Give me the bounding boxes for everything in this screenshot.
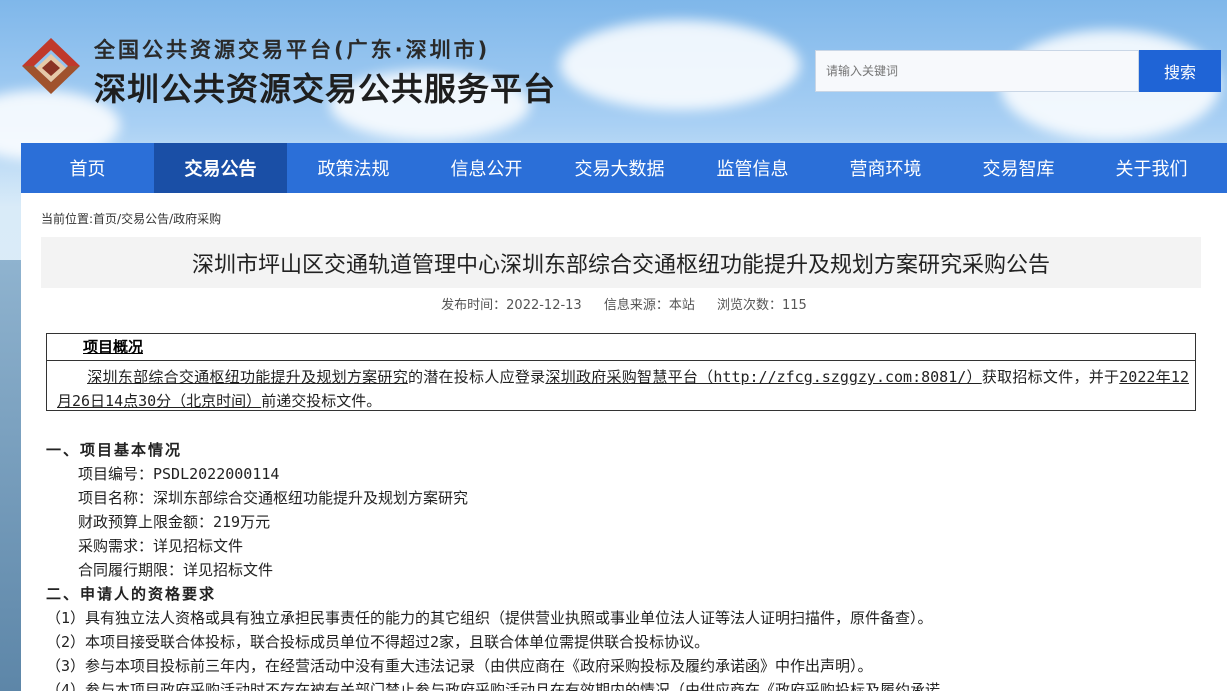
nav-item-supervision[interactable]: 监管信息 (686, 143, 819, 193)
view-count: 浏览次数：115 (717, 298, 807, 313)
search-input[interactable] (815, 50, 1139, 92)
qualification-item: （2）本项目接受联合体投标，联合投标成员单位不得超过2家，且联合体单位需提供联合… (46, 633, 710, 651)
announcement-body: 一、项目基本情况 项目编号：PSDL2022000114 项目名称：深圳东部综合… (46, 438, 1216, 691)
nav-item-announcements[interactable]: 交易公告 (154, 143, 287, 193)
platform-subtitle: 全国公共资源交易平台(广东·深圳市) (94, 38, 491, 62)
procurement-needs: 采购需求：详见招标文件 (78, 537, 244, 555)
article-title: 深圳市坪山区交通轨道管理中心深圳东部综合交通枢纽功能提升及规划方案研究采购公告 (191, 252, 1050, 278)
platform-title: 深圳公共资源交易公共服务平台 (94, 70, 557, 108)
platform-link[interactable]: 深圳政府采购智慧平台（http://zfcg.szggzy.com:8081/） (545, 368, 981, 386)
nav-item-big-data[interactable]: 交易大数据 (553, 143, 686, 193)
section-heading-basic-info: 一、项目基本情况 (46, 441, 183, 459)
budget-limit: 财政预算上限金额：219万元 (78, 513, 271, 531)
nav-item-policies[interactable]: 政策法规 (287, 143, 420, 193)
info-source: 信息来源：本站 (603, 298, 695, 313)
nav-item-think-tank[interactable]: 交易智库 (952, 143, 1085, 193)
project-number: 项目编号：PSDL2022000114 (78, 465, 280, 483)
article-meta: 发布时间：2022-12-13 信息来源：本站 浏览次数：115 (21, 294, 1227, 313)
qualification-item: （3）参与本项目投标前三年内，在经营活动中没有重大违法记录（由供应商在《政府采购… (46, 657, 873, 675)
contract-period: 合同履行期限：详见招标文件 (78, 561, 274, 579)
article-title-box: 深圳市坪山区交通轨道管理中心深圳东部综合交通枢纽功能提升及规划方案研究采购公告 (41, 237, 1201, 288)
nav-item-business-env[interactable]: 营商环境 (819, 143, 952, 193)
project-name: 项目名称：深圳东部综合交通枢纽功能提升及规划方案研究 (78, 489, 469, 507)
main-nav: 首页 交易公告 政策法规 信息公开 交易大数据 监管信息 营商环境 交易智库 关… (21, 143, 1227, 193)
background-building (0, 260, 21, 691)
site-logo-icon[interactable] (20, 36, 82, 100)
nav-item-disclosure[interactable]: 信息公开 (420, 143, 553, 193)
breadcrumb: 当前位置:首页/交易公告/政府采购 (41, 212, 222, 226)
section-heading-qualifications: 二、申请人的资格要求 (46, 585, 217, 603)
nav-item-about[interactable]: 关于我们 (1085, 143, 1218, 193)
overview-text: 深圳东部综合交通枢纽功能提升及规划方案研究的潜在投标人应登录深圳政府采购智慧平台… (57, 368, 1189, 410)
qualification-item: （4）参与本项目政府采购活动时不存在被有关部门禁止参与政府采购活动且在有效期内的… (46, 681, 941, 691)
overview-heading: 项目概况 (47, 334, 1195, 361)
project-overview-box: 项目概况 深圳东部综合交通枢纽功能提升及规划方案研究的潜在投标人应登录深圳政府采… (46, 333, 1196, 411)
nav-item-home[interactable]: 首页 (21, 143, 154, 193)
site-header: 全国公共资源交易平台(广东·深圳市) 深圳公共资源交易公共服务平台 搜索 (0, 0, 1227, 143)
project-name-link: 深圳东部综合交通枢纽功能提升及规划方案研究 (87, 368, 408, 386)
qualification-item: （1）具有独立法人资格或具有独立承担民事责任的能力的其它组织（提供营业执照或事业… (46, 609, 933, 627)
search-button[interactable]: 搜索 (1139, 50, 1221, 92)
main-content: 当前位置:首页/交易公告/政府采购 深圳市坪山区交通轨道管理中心深圳东部综合交通… (21, 193, 1227, 691)
publish-time: 发布时间：2022-12-13 (441, 298, 582, 313)
